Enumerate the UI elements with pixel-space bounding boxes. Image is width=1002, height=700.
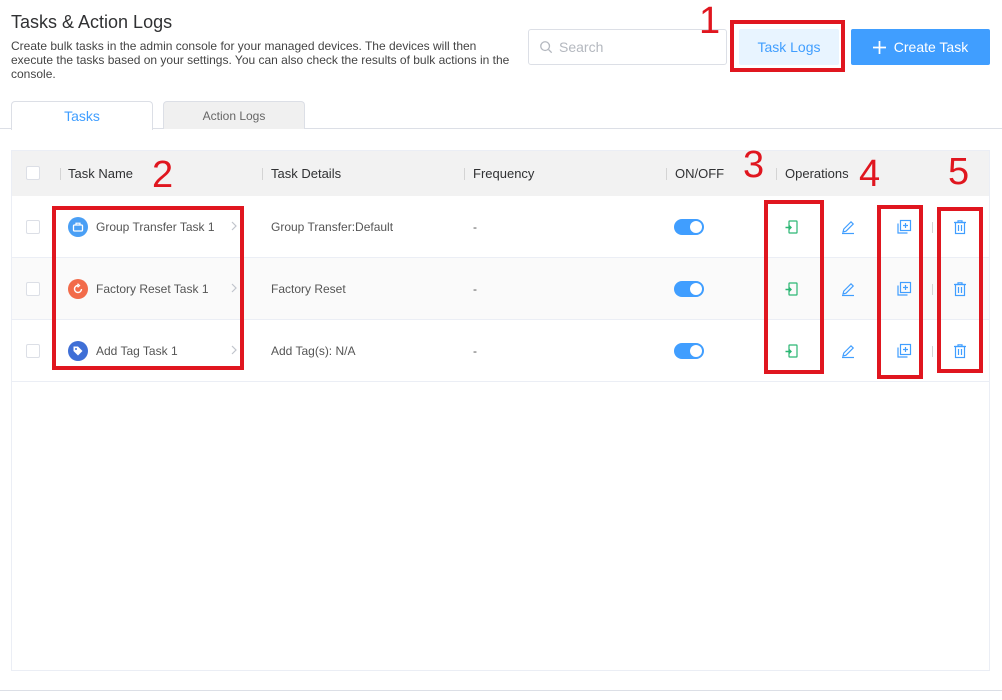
tab-action-logs[interactable]: Action Logs bbox=[163, 101, 305, 129]
select-all-checkbox[interactable] bbox=[26, 166, 40, 180]
task-details: Factory Reset bbox=[271, 281, 346, 296]
create-task-label: Create Task bbox=[893, 39, 969, 55]
task-frequency: - bbox=[473, 343, 477, 358]
operation-divider bbox=[932, 346, 933, 357]
row-checkbox[interactable] bbox=[26, 220, 40, 234]
enabled-toggle[interactable] bbox=[674, 219, 704, 235]
task-frequency: - bbox=[473, 281, 477, 296]
column-divider bbox=[60, 168, 61, 180]
column-header-task-details[interactable]: Task Details bbox=[271, 151, 341, 196]
annotation-box-2 bbox=[52, 206, 244, 370]
annotation-number-5: 5 bbox=[948, 151, 970, 193]
page-description: Create bulk tasks in the admin console f… bbox=[11, 39, 510, 81]
edit-task-button[interactable] bbox=[839, 218, 857, 236]
create-task-button[interactable]: Create Task bbox=[851, 29, 990, 65]
annotation-box-4 bbox=[877, 205, 923, 379]
operation-divider bbox=[932, 284, 933, 295]
annotation-number-3: 3 bbox=[743, 144, 765, 186]
column-divider bbox=[776, 168, 777, 180]
edit-task-button[interactable] bbox=[839, 342, 857, 360]
plus-icon bbox=[872, 40, 886, 54]
column-header-on-off[interactable]: ON/OFF bbox=[675, 151, 724, 196]
column-divider bbox=[666, 168, 667, 180]
edit-icon bbox=[842, 220, 855, 235]
edit-task-button[interactable] bbox=[839, 280, 857, 298]
search-box[interactable] bbox=[528, 29, 727, 65]
search-icon bbox=[540, 41, 553, 54]
column-divider bbox=[262, 168, 263, 180]
column-header-operations: Operations bbox=[785, 166, 849, 181]
task-frequency: - bbox=[473, 219, 477, 234]
annotation-number-1: 1 bbox=[699, 0, 721, 42]
column-header-frequency[interactable]: Frequency bbox=[473, 151, 534, 196]
operation-divider bbox=[932, 222, 933, 233]
annotation-box-3 bbox=[764, 200, 824, 374]
annotation-number-4: 4 bbox=[859, 153, 881, 195]
row-checkbox[interactable] bbox=[26, 344, 40, 358]
row-checkbox[interactable] bbox=[26, 282, 40, 296]
tab-tasks[interactable]: Tasks bbox=[11, 101, 153, 130]
column-header-task-name[interactable]: Task Name bbox=[68, 151, 133, 196]
column-divider bbox=[464, 168, 465, 180]
page-title: Tasks & Action Logs bbox=[11, 12, 173, 32]
annotation-number-2: 2 bbox=[152, 154, 174, 196]
annotation-box-1 bbox=[730, 20, 845, 72]
enabled-toggle[interactable] bbox=[674, 343, 704, 359]
annotation-box-5 bbox=[937, 207, 983, 373]
task-details: Add Tag(s): N/A bbox=[271, 343, 356, 358]
search-input[interactable] bbox=[559, 39, 719, 55]
enabled-toggle[interactable] bbox=[674, 281, 704, 297]
page-bottom-divider bbox=[0, 690, 1002, 691]
task-details: Group Transfer:Default bbox=[271, 219, 394, 234]
edit-icon bbox=[842, 344, 855, 359]
edit-icon bbox=[842, 282, 855, 297]
